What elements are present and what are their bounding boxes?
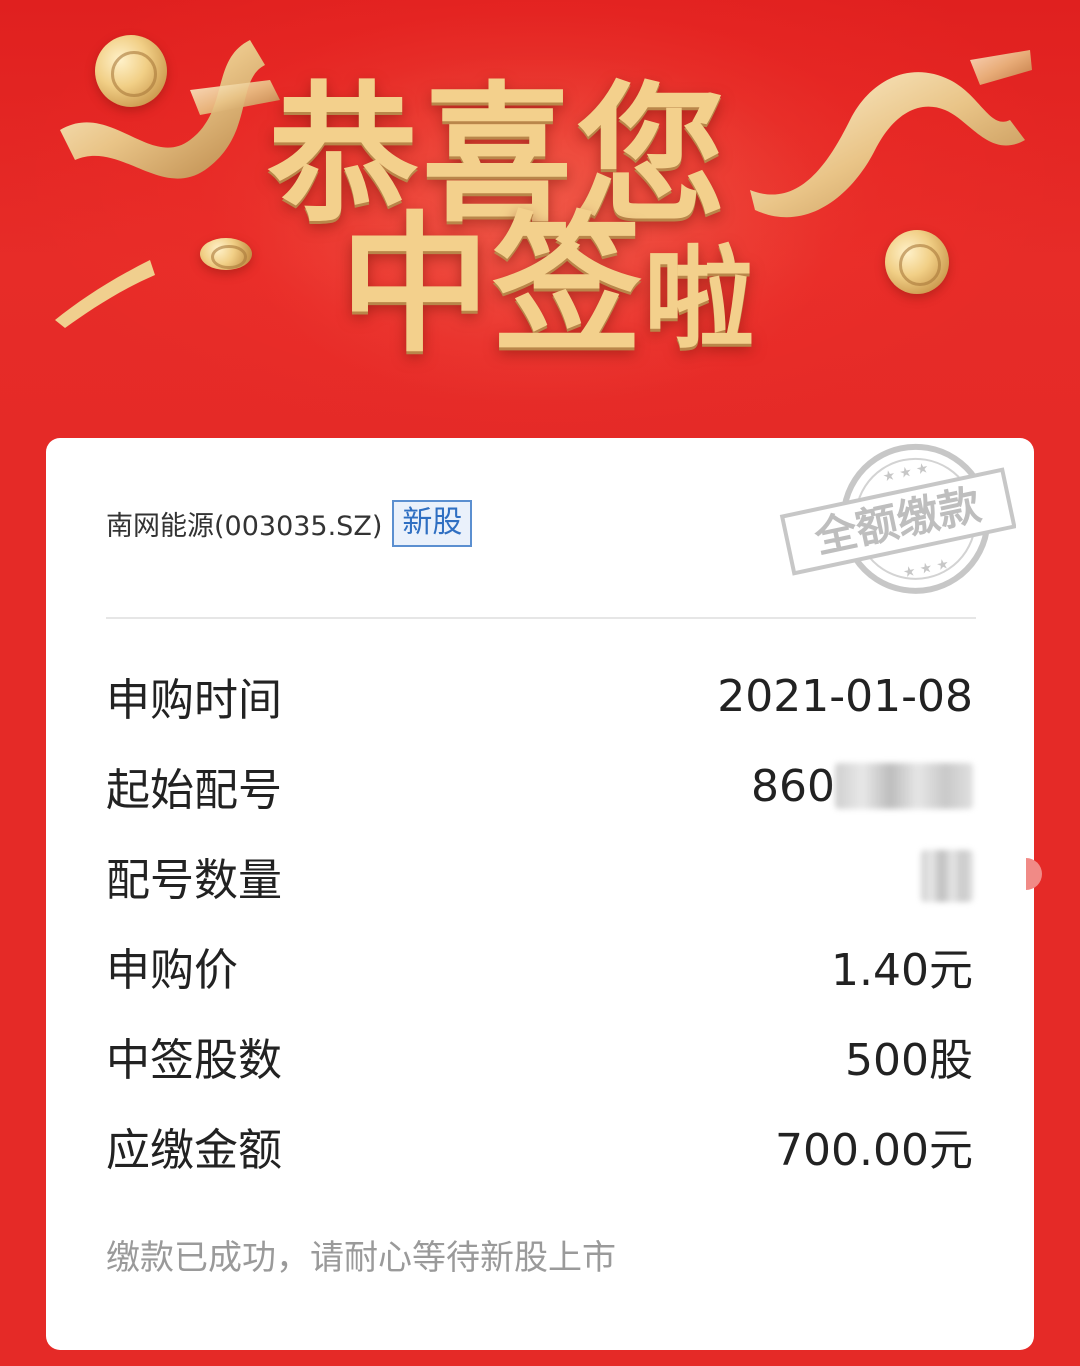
detail-label: 中签股数 <box>106 1035 282 1086</box>
detail-value: 700.00元 <box>775 1125 973 1176</box>
gold-coin-icon <box>95 35 167 107</box>
headline-win: 中签啦 <box>340 210 756 360</box>
small-ribbon-decoration <box>55 260 155 328</box>
new-stock-badge: 新股 <box>392 500 473 547</box>
full-payment-stamp: 全额缴款 ★ ★ ★ ★ ★ ★ <box>779 443 1016 594</box>
detail-value: 500股 <box>845 1035 973 1086</box>
edge-indicator <box>1026 858 1042 890</box>
detail-label: 应缴金额 <box>106 1125 282 1176</box>
svg-text:★ ★ ★: ★ ★ ★ <box>881 460 930 485</box>
detail-label: 申购价 <box>106 945 238 996</box>
right-ribbon-decoration <box>750 50 1032 218</box>
left-ribbon-decoration <box>60 40 280 179</box>
headline-win-main: 中签 <box>340 197 645 373</box>
redacted-blur <box>921 850 973 902</box>
detail-value-wrapper: 860 <box>751 761 973 812</box>
gold-coin-icon <box>200 238 252 270</box>
detail-label: 申购时间 <box>106 675 282 726</box>
headline-win-particle: 啦 <box>644 234 757 363</box>
detail-row-subscribe-date: 申购时间 2021-01-08 <box>106 666 973 727</box>
detail-row-start-number: 起始配号 860 <box>106 756 973 816</box>
detail-label: 配号数量 <box>106 855 282 906</box>
detail-row-amount-due: 应缴金额 700.00元 <box>106 1116 973 1176</box>
stock-header: 南网能源(003035.SZ) 新股 <box>106 500 473 547</box>
header-divider <box>106 617 976 619</box>
detail-row-price: 申购价 1.40元 <box>106 936 973 996</box>
gold-coin-icon <box>885 230 949 294</box>
detail-row-allotted-shares: 中签股数 500股 <box>106 1026 973 1086</box>
payment-success-note: 缴款已成功，请耐心等待新股上市 <box>106 1238 616 1278</box>
congrats-banner: 恭喜您 中签啦 <box>0 0 1080 440</box>
detail-label: 起始配号 <box>106 765 282 816</box>
result-card: 南网能源(003035.SZ) 新股 全额缴款 ★ ★ ★ ★ ★ ★ 申购时间… <box>46 438 1034 1350</box>
detail-row-number-count: 配号数量 <box>106 846 973 906</box>
detail-value-wrapper <box>921 850 973 902</box>
detail-value: 1.40元 <box>831 945 973 996</box>
redacted-blur <box>835 763 973 809</box>
stock-name: 南网能源(003035.SZ) <box>106 510 383 542</box>
detail-value: 860 <box>751 760 835 812</box>
detail-value: 2021-01-08 <box>717 670 973 722</box>
